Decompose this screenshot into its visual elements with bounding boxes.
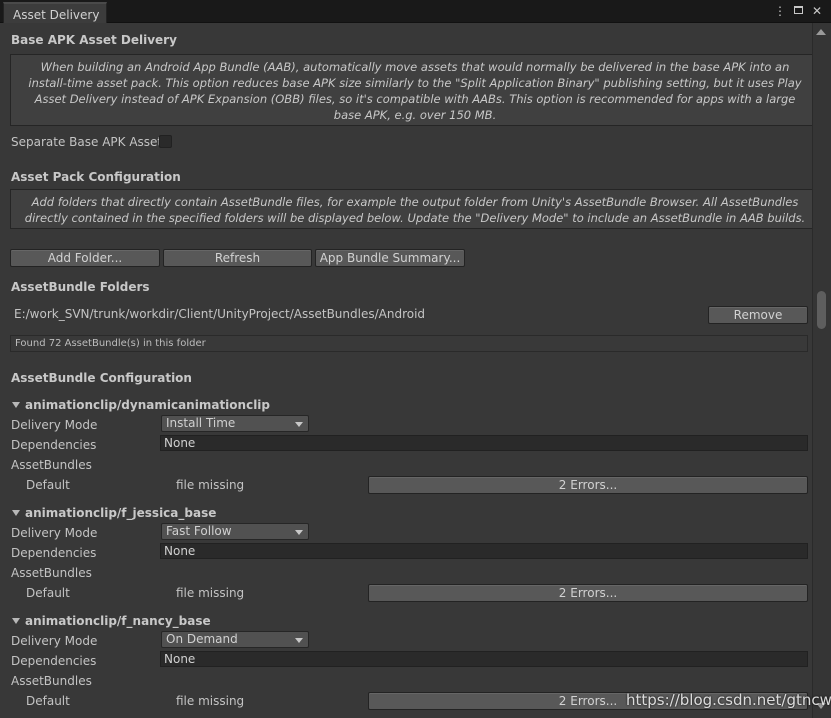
delivery-mode-value: Install Time bbox=[166, 416, 236, 430]
base-apk-help-text: When building an Android App Bundle (AAB… bbox=[28, 60, 802, 122]
delivery-mode-value: Fast Follow bbox=[166, 524, 232, 538]
errors-button[interactable]: 2 Errors... bbox=[368, 476, 808, 494]
vertical-scrollbar[interactable] bbox=[812, 23, 831, 718]
chevron-down-icon bbox=[295, 422, 303, 427]
asset-pack-help-text: Add folders that directly contain AssetB… bbox=[24, 195, 806, 225]
dependencies-label: Dependencies bbox=[11, 546, 97, 560]
add-folder-button[interactable]: Add Folder... bbox=[10, 249, 160, 267]
delivery-mode-label: Delivery Mode bbox=[11, 526, 98, 540]
refresh-button[interactable]: Refresh bbox=[163, 249, 312, 267]
dependencies-field[interactable]: None bbox=[160, 651, 808, 667]
foldout-arrow-icon[interactable] bbox=[12, 402, 20, 408]
assetbundles-label: AssetBundles bbox=[11, 566, 92, 580]
assetbundle-folders-header: AssetBundle Folders bbox=[11, 280, 150, 294]
watermark-text: https://blog.csdn.net/gtncwy bbox=[626, 691, 831, 709]
texture-format-label: Default bbox=[26, 694, 70, 708]
window-title-bar: Asset Delivery ⋮ ✕ bbox=[0, 0, 831, 23]
assetbundles-label: AssetBundles bbox=[11, 674, 92, 688]
bundle-status: file missing bbox=[176, 694, 245, 708]
assetbundle-config-header: AssetBundle Configuration bbox=[11, 371, 192, 385]
delivery-mode-dropdown[interactable]: On Demand bbox=[161, 631, 309, 648]
dependencies-field[interactable]: None bbox=[160, 435, 808, 451]
scrollbar-thumb[interactable] bbox=[817, 291, 826, 329]
errors-button[interactable]: 2 Errors... bbox=[368, 584, 808, 602]
bundle-name[interactable]: animationclip/f_nancy_base bbox=[25, 614, 211, 628]
texture-format-label: Default bbox=[26, 478, 70, 492]
inspector-content: Base APK Asset Delivery When building an… bbox=[0, 23, 820, 718]
delivery-mode-dropdown[interactable]: Install Time bbox=[161, 415, 309, 432]
chevron-down-icon bbox=[295, 530, 303, 535]
close-icon[interactable]: ✕ bbox=[811, 3, 823, 19]
bundle-status: file missing bbox=[176, 586, 245, 600]
tab-asset-delivery[interactable]: Asset Delivery bbox=[3, 2, 107, 23]
dependencies-label: Dependencies bbox=[11, 438, 97, 452]
foldout-arrow-icon[interactable] bbox=[12, 510, 20, 516]
scroll-up-arrow-icon[interactable] bbox=[816, 29, 826, 35]
found-bundles-text: Found 72 AssetBundle(s) in this folder bbox=[15, 338, 206, 349]
base-apk-help-box: When building an Android App Bundle (AAB… bbox=[10, 54, 820, 126]
bundle-status: file missing bbox=[176, 478, 245, 492]
texture-format-label: Default bbox=[26, 586, 70, 600]
separate-base-apk-checkbox[interactable] bbox=[159, 135, 172, 148]
asset-pack-help-box: Add folders that directly contain AssetB… bbox=[10, 189, 820, 229]
window-buttons: ⋮ ✕ bbox=[774, 3, 823, 19]
base-apk-header: Base APK Asset Delivery bbox=[11, 33, 177, 47]
delivery-mode-dropdown[interactable]: Fast Follow bbox=[161, 523, 309, 540]
found-bundles-info: Found 72 AssetBundle(s) in this folder bbox=[10, 335, 808, 352]
folder-path: E:/work_SVN/trunk/workdir/Client/UnityPr… bbox=[14, 307, 426, 321]
bundle-name[interactable]: animationclip/dynamicanimationclip bbox=[25, 398, 270, 412]
dependencies-label: Dependencies bbox=[11, 654, 97, 668]
separate-base-apk-label: Separate Base APK Asset bbox=[11, 135, 163, 149]
assetbundles-label: AssetBundles bbox=[11, 458, 92, 472]
delivery-mode-label: Delivery Mode bbox=[11, 634, 98, 648]
remove-folder-button[interactable]: Remove bbox=[708, 306, 808, 324]
bundle-name[interactable]: animationclip/f_jessica_base bbox=[25, 506, 216, 520]
delivery-mode-value: On Demand bbox=[166, 632, 238, 646]
kebab-menu-icon[interactable]: ⋮ bbox=[774, 3, 786, 19]
dependencies-field[interactable]: None bbox=[160, 543, 808, 559]
foldout-arrow-icon[interactable] bbox=[12, 618, 20, 624]
app-bundle-summary-button[interactable]: App Bundle Summary... bbox=[315, 249, 465, 267]
asset-pack-header: Asset Pack Configuration bbox=[11, 170, 181, 184]
chevron-down-icon bbox=[295, 638, 303, 643]
delivery-mode-label: Delivery Mode bbox=[11, 418, 98, 432]
maximize-icon[interactable] bbox=[794, 6, 803, 14]
